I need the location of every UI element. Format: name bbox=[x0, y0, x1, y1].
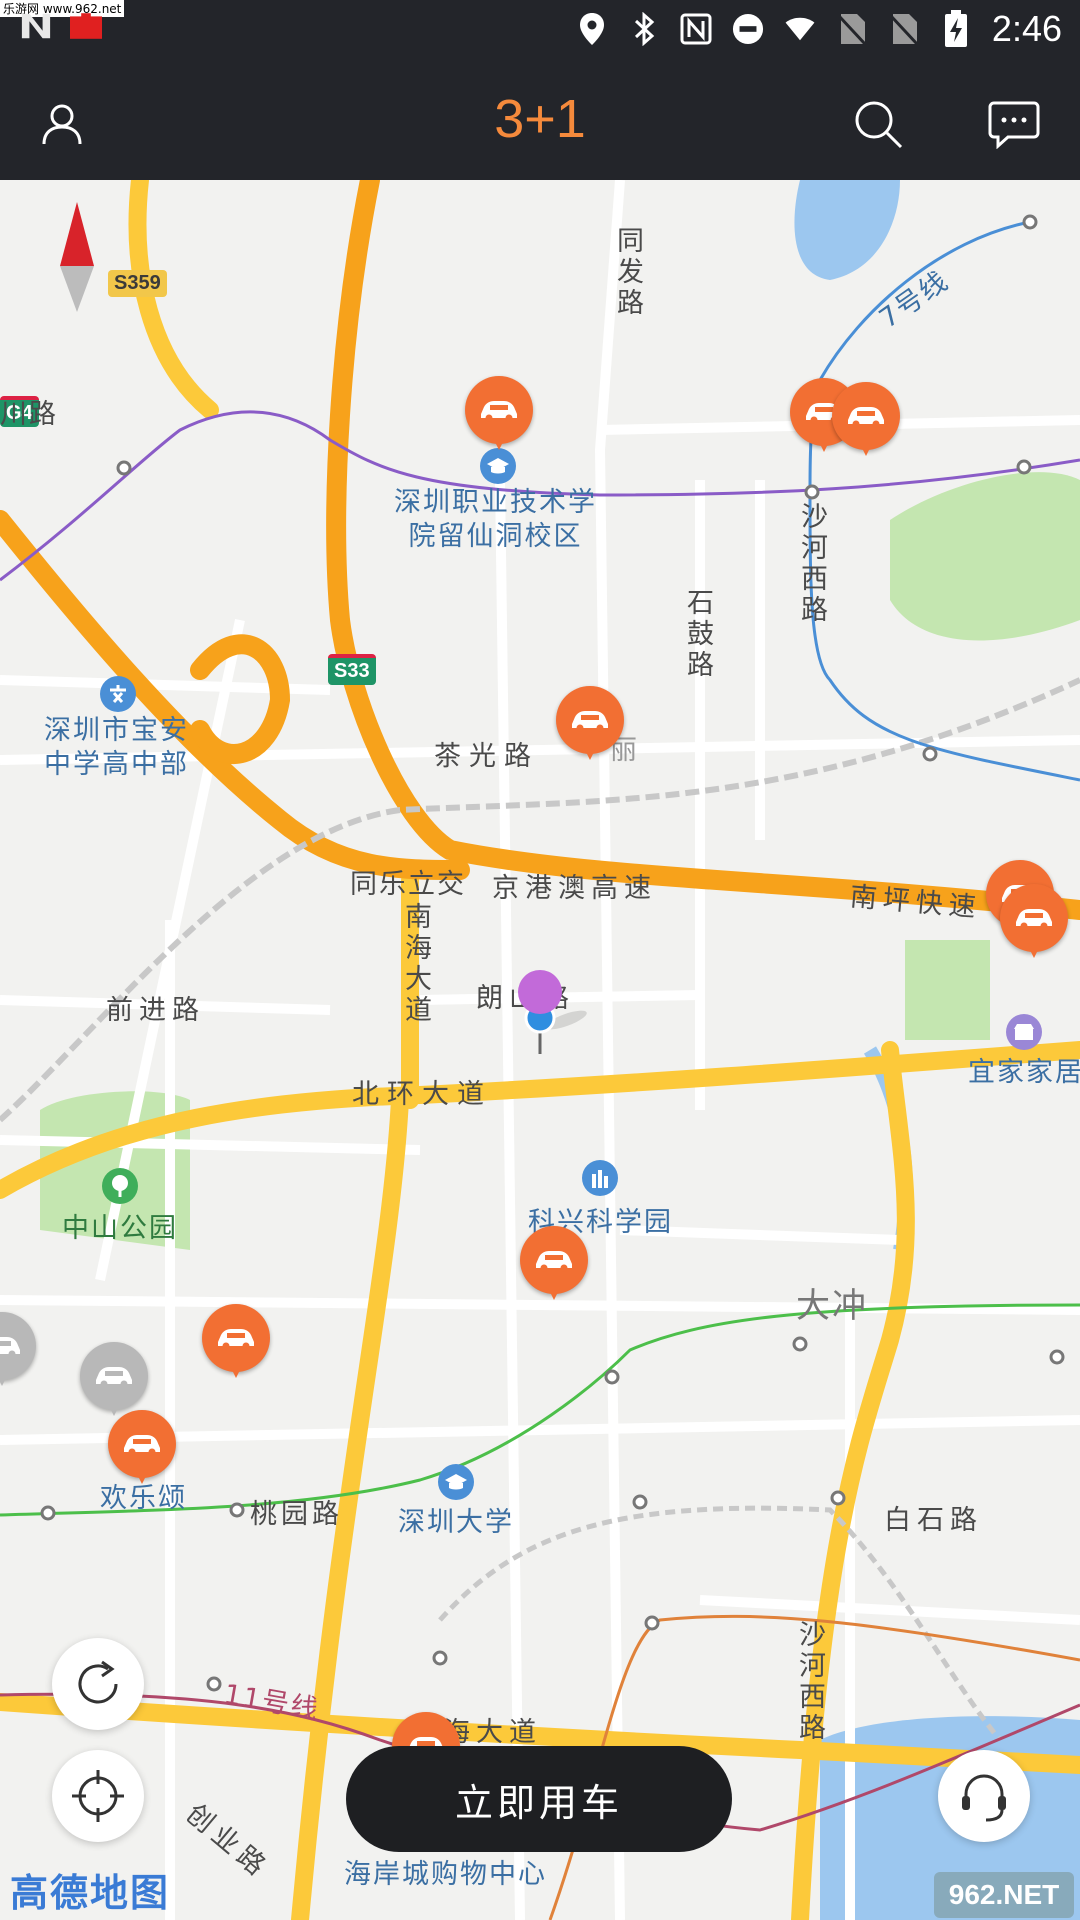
red-app-icon bbox=[70, 10, 102, 42]
map-label-tongfa-road: 同发路 bbox=[612, 226, 643, 319]
culture-icon bbox=[100, 676, 136, 712]
locate-button[interactable] bbox=[52, 1750, 144, 1842]
map-label-chuan-road: 川路 bbox=[0, 399, 58, 430]
map-label-qianjin-road: 前进路 bbox=[106, 995, 205, 1026]
map-label-coastal-city: 海岸城购物中心 bbox=[344, 1859, 547, 1890]
car-marker[interactable] bbox=[832, 382, 900, 462]
wifi-icon bbox=[784, 13, 816, 45]
map-label-shahe-west-road-top: 沙河西路 bbox=[796, 502, 827, 626]
car-marker[interactable] bbox=[202, 1304, 270, 1384]
destination-pin bbox=[518, 970, 562, 1014]
refresh-icon bbox=[78, 1660, 118, 1704]
headset-icon bbox=[962, 1774, 1006, 1822]
car-marker[interactable] bbox=[520, 1226, 588, 1306]
map-label-shenzhen-polytechnic: 深圳职业技术学 院留仙洞校区 bbox=[394, 487, 597, 552]
do-not-disturb-icon bbox=[732, 13, 764, 45]
road-shield-s359: S359 bbox=[108, 270, 167, 297]
site-watermark-badge: 962.NET bbox=[934, 1872, 1074, 1918]
amap-logo: 高德地图 bbox=[10, 1871, 171, 1915]
map-label-baoan-middle-school: 深圳市宝安 中学高中部 bbox=[44, 715, 189, 780]
map-label-shenzhen-university: 深圳大学 bbox=[398, 1507, 514, 1538]
school-icon bbox=[438, 1464, 474, 1500]
message-icon[interactable] bbox=[984, 94, 1044, 154]
map-label-taoyuan-road: 桃园路 bbox=[250, 1499, 343, 1530]
search-icon[interactable] bbox=[848, 94, 908, 154]
map-label-shahe-west-road-bottom: 沙河西路 bbox=[794, 1620, 825, 1744]
battery-charging-icon bbox=[940, 10, 972, 47]
app-header: 3+1 bbox=[0, 64, 1080, 180]
map-label-dachong: 大冲 bbox=[796, 1286, 868, 1326]
no-sim-icon bbox=[888, 13, 920, 46]
nfc-icon bbox=[680, 13, 712, 45]
map-label-beihuan-avenue: 北环大道 bbox=[352, 1079, 492, 1110]
car-marker[interactable] bbox=[1000, 884, 1068, 964]
page-title: 3+1 bbox=[494, 89, 586, 149]
no-sim-icon bbox=[836, 13, 868, 46]
map-label-zhongshan-park: 中山公园 bbox=[62, 1213, 178, 1244]
map-label-tongle-interchange: 同乐立交 bbox=[350, 869, 466, 900]
crosshair-icon bbox=[72, 1770, 124, 1822]
car-marker[interactable] bbox=[465, 376, 533, 456]
map-view[interactable]: S359 G4 S33 同发路 7号线 川路 深圳职业技术学 院留仙洞校区 沙河… bbox=[0, 180, 1080, 1920]
road-shield-s33: S33 bbox=[328, 654, 376, 685]
customer-service-button[interactable] bbox=[938, 1750, 1030, 1842]
n-logo-icon bbox=[20, 10, 52, 42]
refresh-button[interactable] bbox=[52, 1638, 144, 1730]
car-marker-inactive[interactable] bbox=[80, 1342, 148, 1422]
car-marker[interactable] bbox=[556, 686, 624, 766]
map-label-shigu-road: 石鼓路 bbox=[682, 588, 713, 681]
building-icon bbox=[582, 1160, 618, 1196]
clock: 2:46 bbox=[991, 8, 1062, 49]
use-car-now-button[interactable]: 立即用车 bbox=[346, 1746, 732, 1852]
map-label-baishi-road: 白石路 bbox=[884, 1505, 983, 1536]
tree-icon bbox=[102, 1168, 138, 1204]
map-label-nanhai-avenue-top: 南海大道 bbox=[400, 902, 431, 1026]
location-icon bbox=[576, 13, 608, 45]
shop-icon bbox=[1006, 1014, 1042, 1050]
map-label-chaguang-road: 茶光路 bbox=[434, 741, 539, 772]
car-marker-inactive[interactable] bbox=[0, 1312, 36, 1392]
status-bar: 乐游网 www.962.net 2:46 bbox=[0, 0, 1080, 64]
map-label-jingang-expressway: 京港澳高速 bbox=[492, 873, 657, 904]
map-label-yijia-home: 宜家家居 bbox=[968, 1057, 1080, 1088]
car-marker[interactable] bbox=[108, 1410, 176, 1490]
bluetooth-icon bbox=[628, 12, 660, 46]
